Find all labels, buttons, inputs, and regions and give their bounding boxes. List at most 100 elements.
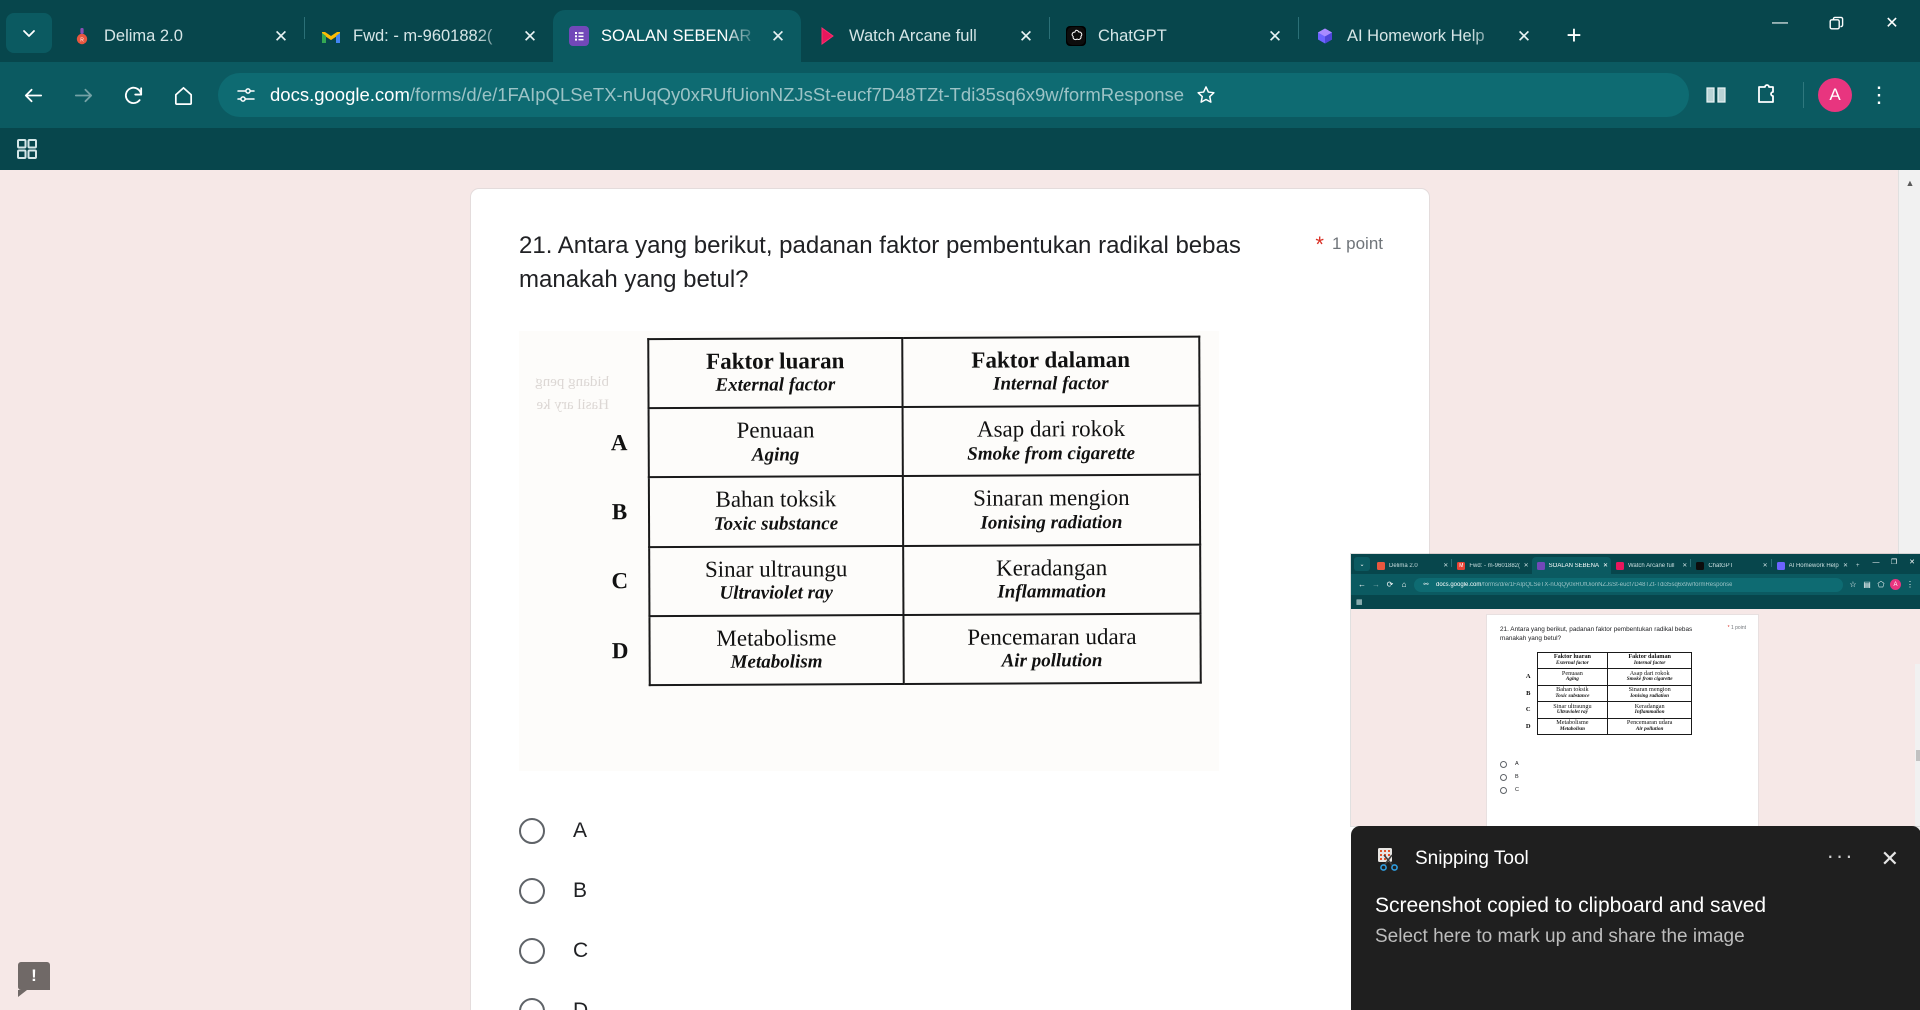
toast-body[interactable]: Screenshot copied to clipboard and saved… bbox=[1351, 872, 1920, 948]
thumb-window-controls: — ❐ ✕ bbox=[1867, 554, 1920, 570]
thumb-cell-internal-en: Ionising radiation bbox=[1630, 692, 1670, 699]
toolbar-divider bbox=[1803, 82, 1804, 108]
question-image: bidang peng Hasil ary ke Faktor luaran E… bbox=[519, 331, 1219, 772]
home-button[interactable] bbox=[162, 74, 204, 116]
thumb-option-a: A bbox=[1500, 758, 1758, 771]
thumb-table-row: A Penuaan Aging Asap dari rokok Smoke fr… bbox=[1520, 668, 1692, 686]
cell-external-en: Toxic substance bbox=[713, 513, 839, 535]
tab-close-icon[interactable]: ✕ bbox=[517, 23, 543, 49]
thumb-scrollbar-thumb bbox=[1916, 750, 1920, 761]
tab-close-icon[interactable]: ✕ bbox=[1262, 23, 1288, 49]
thumb-question-header: 21. Antara yang berikut, padanan faktor … bbox=[1487, 615, 1758, 644]
arrow-right-icon bbox=[74, 88, 92, 102]
maximize-button[interactable] bbox=[1808, 0, 1864, 46]
tab-title: Watch Arcane full bbox=[849, 26, 977, 45]
thumb-cell-internal: Keradangan Inflammation bbox=[1607, 701, 1692, 719]
snipping-tool-icon bbox=[1375, 846, 1401, 872]
tab-title: SOALAN SEBENAR bbox=[601, 26, 752, 45]
cell-internal-en: Inflammation bbox=[997, 581, 1107, 603]
home-icon bbox=[174, 86, 192, 105]
tab-close-icon[interactable]: ✕ bbox=[1511, 23, 1537, 49]
thumb-tab-close-icon: ✕ bbox=[1762, 563, 1768, 569]
tab-chatgpt[interactable]: ChatGPT ✕ bbox=[1050, 10, 1298, 62]
tab-delima[interactable]: R Delima 2.0 ✕ bbox=[56, 10, 304, 62]
tab-close-icon[interactable]: ✕ bbox=[1013, 23, 1039, 49]
thumb-tab-title: Delima 2.0 bbox=[1389, 562, 1418, 569]
thumb-tab-close-icon: ✕ bbox=[1443, 563, 1449, 569]
radio-button[interactable] bbox=[519, 878, 545, 905]
site-settings-icon[interactable] bbox=[232, 85, 260, 105]
tab-gmail[interactable]: Fwd: - m-9601882( ✕ bbox=[305, 10, 553, 62]
radio-button[interactable] bbox=[519, 998, 545, 1010]
thumb-maximize-button: ❐ bbox=[1890, 559, 1898, 566]
cell-internal: Asap dari rokok Smoke from cigarette bbox=[902, 406, 1200, 477]
header-internal: Faktor dalaman Internal factor bbox=[902, 336, 1200, 408]
toast-more-button[interactable]: ··· bbox=[1827, 845, 1855, 868]
bookmarks-bar bbox=[0, 128, 1920, 170]
header-external-en: External factor bbox=[715, 374, 836, 397]
snipping-tool-notification[interactable]: Snipping Tool ··· ✕ Screenshot copied to… bbox=[1351, 826, 1920, 1010]
cell-external: Metabolisme Metabolism bbox=[649, 615, 904, 686]
reload-button[interactable] bbox=[112, 74, 154, 116]
radio-button[interactable] bbox=[519, 818, 545, 845]
reading-list-button[interactable] bbox=[1695, 74, 1737, 116]
snip-preview-thumbnail[interactable]: ⌄ Delima 2.0 ✕ M Fwd: - m-9601882( ✕ SOA… bbox=[1351, 554, 1920, 826]
thumb-tab-close-icon: ✕ bbox=[1842, 563, 1848, 569]
table-header-row: Faktor luaran External factor Faktor dal… bbox=[590, 336, 1200, 409]
tab-search-button[interactable] bbox=[6, 13, 52, 53]
thumb-row-label: A bbox=[1525, 673, 1531, 681]
option-c[interactable]: C bbox=[519, 921, 1429, 981]
thumb-tab-title: AI Homework Help bbox=[1788, 562, 1839, 569]
bookmark-star-icon[interactable] bbox=[1184, 73, 1228, 117]
thumb-option-label: C bbox=[1515, 787, 1519, 794]
thumb-option-b: B bbox=[1500, 771, 1758, 784]
option-b[interactable]: B bbox=[519, 861, 1429, 921]
cell-external: Penuaan Aging bbox=[648, 407, 903, 478]
thumb-address-bar: ⚯ docs.google.com/forms/d/e/1FAIpQLSeTX-… bbox=[1414, 577, 1843, 592]
tab-strip: R Delima 2.0 ✕ Fwd: - m-9601882( ✕ SOALA… bbox=[0, 0, 1920, 62]
thumb-cell-external-en: Ultraviolet ray bbox=[1556, 709, 1588, 716]
tab-watch-arcane[interactable]: Watch Arcane full ✕ bbox=[801, 10, 1049, 62]
extensions-button[interactable] bbox=[1745, 74, 1787, 116]
thumb-home-button: ⌂ bbox=[1401, 580, 1407, 589]
option-d[interactable]: D bbox=[519, 981, 1429, 1010]
option-a[interactable]: A bbox=[519, 801, 1429, 861]
tab-close-icon[interactable]: ✕ bbox=[765, 23, 791, 49]
thumb-tab-close-icon: ✕ bbox=[1602, 563, 1608, 569]
back-button[interactable] bbox=[12, 74, 54, 116]
thumb-required-asterisk: * bbox=[1727, 625, 1730, 631]
address-bar[interactable]: docs.google.com/forms/d/e/1FAIpQLSeTX-nU… bbox=[218, 73, 1689, 117]
thumb-new-tab-label: + bbox=[1855, 562, 1860, 569]
cell-external-ms: Bahan toksik bbox=[715, 486, 837, 513]
thumb-close-button: ✕ bbox=[1909, 559, 1915, 566]
thumb-row-label-empty bbox=[1520, 652, 1537, 669]
tab-ai-homework-help[interactable]: AI Homework Help ✕ bbox=[1299, 10, 1547, 62]
thumb-cell-external: Sinar ultraungu Ultraviolet ray bbox=[1536, 701, 1609, 719]
toast-close-button[interactable]: ✕ bbox=[1881, 848, 1899, 870]
new-tab-button[interactable]: + bbox=[1555, 16, 1593, 54]
thumb-reload-button: ⟳ bbox=[1386, 580, 1394, 589]
thumb-cell-internal: Pencemaran udara Air pollution bbox=[1607, 717, 1692, 736]
tab-close-icon[interactable]: ✕ bbox=[268, 23, 294, 49]
forward-button[interactable] bbox=[62, 74, 104, 116]
browser-toolbar: docs.google.com/forms/d/e/1FAIpQLSeTX-nU… bbox=[0, 62, 1920, 128]
tab-soalan-sebenar[interactable]: SOALAN SEBENAR ✕ bbox=[553, 10, 801, 62]
ai-homework-icon bbox=[1776, 561, 1785, 570]
close-window-button[interactable]: ✕ bbox=[1864, 0, 1920, 46]
avatar[interactable]: A bbox=[1818, 78, 1852, 112]
minimize-button[interactable]: — bbox=[1752, 0, 1808, 46]
cell-internal-en: Air pollution bbox=[1001, 650, 1103, 673]
row-label: B bbox=[611, 499, 628, 525]
toast-title: Screenshot copied to clipboard and saved bbox=[1375, 894, 1767, 917]
thumb-tab-delima: Delima 2.0 ✕ bbox=[1372, 557, 1451, 574]
scroll-up-arrow[interactable]: ▲ bbox=[1899, 172, 1920, 194]
thumb-cell-external-en: Metabolism bbox=[1559, 726, 1585, 732]
gmail-icon bbox=[321, 26, 341, 46]
thumb-tab-close-icon: ✕ bbox=[1682, 563, 1688, 569]
feedback-button[interactable]: ! bbox=[18, 962, 50, 997]
thumb-url-text: docs.google.com/forms/d/e/1FAIpQLSeTX-nU… bbox=[1433, 582, 1732, 588]
grid-apps-icon[interactable] bbox=[14, 136, 40, 162]
radio-button[interactable] bbox=[519, 938, 545, 965]
cell-internal: Keradangan Inflammation bbox=[902, 544, 1201, 616]
chrome-menu-button[interactable]: ⋮ bbox=[1858, 74, 1900, 116]
